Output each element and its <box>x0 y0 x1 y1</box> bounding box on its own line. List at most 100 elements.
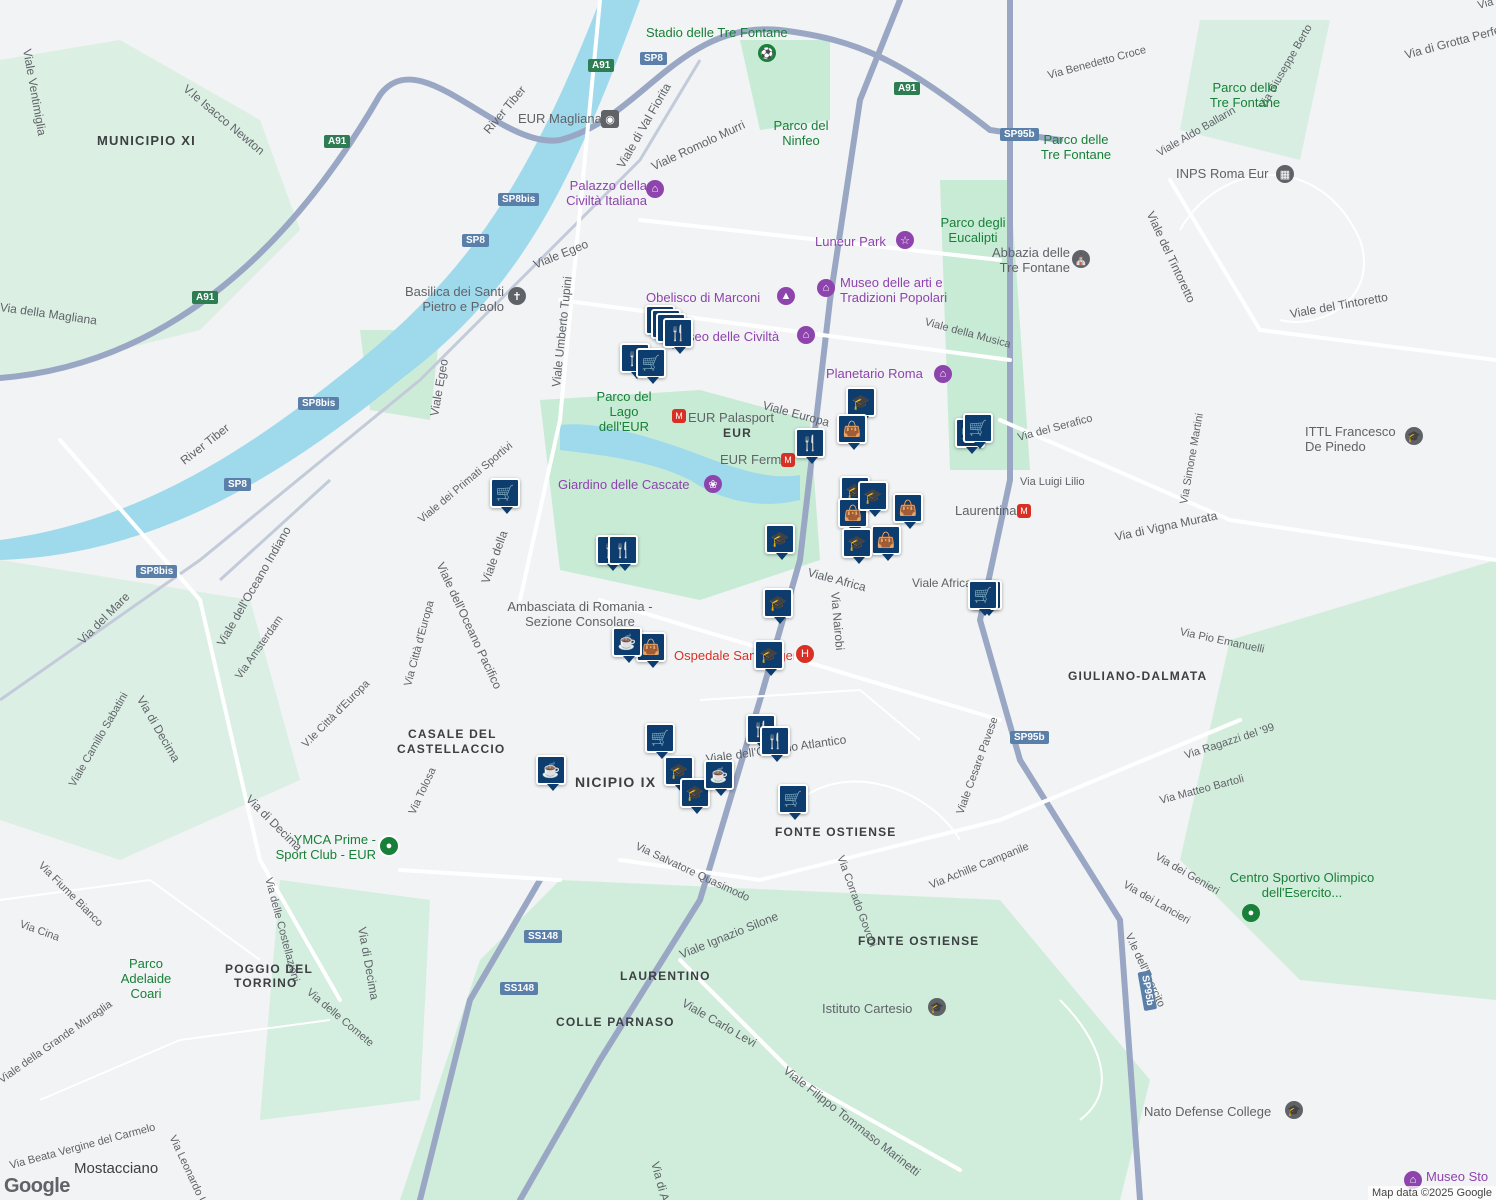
google-logo: Google <box>4 1175 70 1197</box>
poi-label[interactable]: Ambasciata di Romania - Sezione Consolar… <box>500 599 660 629</box>
poi-label[interactable]: Museo Sto <box>1426 1169 1496 1184</box>
monument-icon[interactable]: ▲ <box>777 287 795 305</box>
route-shield: A91 <box>894 82 921 95</box>
church-icon[interactable]: ✝ <box>508 287 526 305</box>
grocery-icon[interactable]: 🛒 <box>963 413 993 449</box>
poi-label: Parco del Ninfeo <box>773 118 829 148</box>
school-icon[interactable]: 🎓 <box>1405 427 1423 445</box>
poi-label[interactable]: Nato Defense College <box>1144 1104 1271 1119</box>
poi-label: Parco delle Tre Fontane <box>1040 132 1112 162</box>
shopping-icon[interactable]: 👜 <box>871 525 901 561</box>
grocery-icon[interactable]: 🛒 <box>645 723 675 759</box>
park-icon[interactable]: ❀ <box>704 475 722 493</box>
school-icon[interactable]: 🎓 <box>754 640 784 676</box>
district-label: GIULIANO-DALMATA <box>1068 669 1208 683</box>
school-icon[interactable]: 🎓 <box>858 481 888 517</box>
metro-icon[interactable]: ◉ <box>601 110 619 128</box>
poi-label[interactable]: Laurentina <box>955 503 1016 518</box>
church-icon[interactable]: ⛪ <box>1072 250 1090 268</box>
poi-label[interactable]: Obelisco di Marconi <box>646 290 760 305</box>
metro-icon[interactable]: M <box>672 409 686 423</box>
district-label: MUNICIPIO XI <box>97 133 196 148</box>
route-shield: SS148 <box>500 982 539 995</box>
restaurant-icon[interactable]: 🍴 <box>795 428 825 464</box>
poi-label: Parco Adelaide Coari <box>120 956 172 1001</box>
route-shield: SS148 <box>524 930 563 943</box>
route-shield: SP8 <box>640 52 667 65</box>
poi-label[interactable]: Istituto Cartesio <box>822 1001 912 1016</box>
museum-icon[interactable]: ⌂ <box>797 326 815 344</box>
district-label: FONTE OSTIENSE <box>775 825 897 839</box>
metro-icon[interactable]: M <box>781 453 795 467</box>
poi-label[interactable]: Basilica dei Santi Pietro e Paolo <box>396 284 504 314</box>
museum-icon[interactable]: ⌂ <box>934 365 952 383</box>
district-label: CASTELLACCIO <box>397 742 506 756</box>
poi-label[interactable]: Stadio delle Tre Fontane <box>646 25 788 40</box>
poi-label[interactable]: EUR Palasport <box>688 410 774 425</box>
poi-label: Parco del Lago dell'EUR <box>596 389 652 434</box>
poi-label[interactable]: EUR Magliana <box>518 111 602 126</box>
poi-label[interactable]: Luneur Park <box>815 234 886 249</box>
building-icon[interactable]: ▦ <box>1276 165 1294 183</box>
park-areas <box>0 20 1496 1200</box>
route-shield: SP8bis <box>136 565 178 578</box>
poi-label[interactable]: Giardino delle Cascate <box>558 477 690 492</box>
map-base-layer <box>0 0 1496 1200</box>
poi-label[interactable]: EUR Fermi <box>720 452 784 467</box>
school-icon[interactable]: 🎓 <box>928 998 946 1016</box>
route-shield: SP8 <box>462 234 489 247</box>
cafe-icon[interactable]: ☕ <box>704 760 734 796</box>
road-label: Via Luigi Lilio <box>1020 476 1085 488</box>
map-canvas[interactable]: MUNICIPIO XI EUR GIULIANO-DALMATA CASALE… <box>0 0 1496 1200</box>
restaurant-icon[interactable]: 🍴 <box>760 726 790 762</box>
school-icon[interactable]: 🎓 <box>846 387 876 423</box>
school-icon[interactable]: 🎓 <box>765 524 795 560</box>
poi-label[interactable]: Centro Sportivo Olimpico dell'Esercito..… <box>1222 870 1382 900</box>
stadium-icon[interactable]: ⚽ <box>758 44 776 62</box>
poi-label[interactable]: Planetario Roma <box>826 366 923 381</box>
route-shield: A91 <box>588 59 615 72</box>
restaurant-icon[interactable]: 🍴 <box>663 318 693 354</box>
museum-icon[interactable]: ⌂ <box>646 180 664 198</box>
amusement-park-icon[interactable]: ☆ <box>896 231 914 249</box>
grocery-icon[interactable]: 🛒 <box>778 784 808 820</box>
restaurant-icon[interactable]: 🍴 <box>608 535 638 571</box>
map-attribution[interactable]: Map data ©2025 Google <box>1367 1186 1496 1200</box>
sport-icon[interactable]: ● <box>1242 904 1260 922</box>
sport-icon[interactable]: ● <box>378 835 400 857</box>
route-shield: A91 <box>324 135 351 148</box>
district-label: COLLE PARNASO <box>556 1015 675 1029</box>
poi-label[interactable]: Palazzo della Civiltà Italiana <box>555 178 647 208</box>
metro-icon[interactable]: M <box>1017 504 1031 518</box>
cafe-icon[interactable]: ☕ <box>536 755 566 791</box>
poi-label[interactable]: ITTL Francesco De Pinedo <box>1305 424 1401 454</box>
road-label: Viale Africa <box>912 576 972 590</box>
route-shield: SP95b <box>1000 128 1039 141</box>
poi-label: Parco delle Tre Fontane <box>1209 80 1281 110</box>
route-shield: A91 <box>192 291 219 304</box>
route-shield: SP8bis <box>498 193 540 206</box>
poi-label[interactable]: Museo delle arti e Tradizioni Popolari <box>840 275 962 305</box>
grocery-icon[interactable]: 🛒 <box>490 478 520 514</box>
district-label: CASALE DEL <box>408 727 497 741</box>
cafe-icon[interactable]: ☕ <box>612 627 642 663</box>
grocery-icon[interactable]: 🛒 <box>968 580 998 616</box>
shopping-icon[interactable]: 👜 <box>837 414 867 450</box>
shopping-icon[interactable]: 👜 <box>893 493 923 529</box>
district-label: Mostacciano <box>74 1160 159 1177</box>
grocery-icon[interactable]: 🛒 <box>636 348 666 384</box>
school-icon[interactable]: 🎓 <box>1285 1101 1303 1119</box>
route-shield: SP95b <box>1010 731 1049 744</box>
route-shield: SP8 <box>224 478 251 491</box>
poi-label[interactable]: YMCA Prime - Sport Club - EUR <box>266 832 376 862</box>
school-icon[interactable]: 🎓 <box>763 588 793 624</box>
school-icon[interactable]: 🎓 <box>842 528 872 564</box>
poi-label[interactable]: Abbazia delle Tre Fontane <box>990 245 1070 275</box>
museum-icon[interactable]: ⌂ <box>817 279 835 297</box>
poi-label[interactable]: INPS Roma Eur <box>1176 166 1268 181</box>
district-label: NICIPIO IX <box>575 774 657 790</box>
district-label: LAURENTINO <box>620 969 711 983</box>
route-shield: SP8bis <box>298 397 340 410</box>
hospital-icon[interactable]: H <box>796 645 814 663</box>
district-label: EUR <box>723 426 752 440</box>
